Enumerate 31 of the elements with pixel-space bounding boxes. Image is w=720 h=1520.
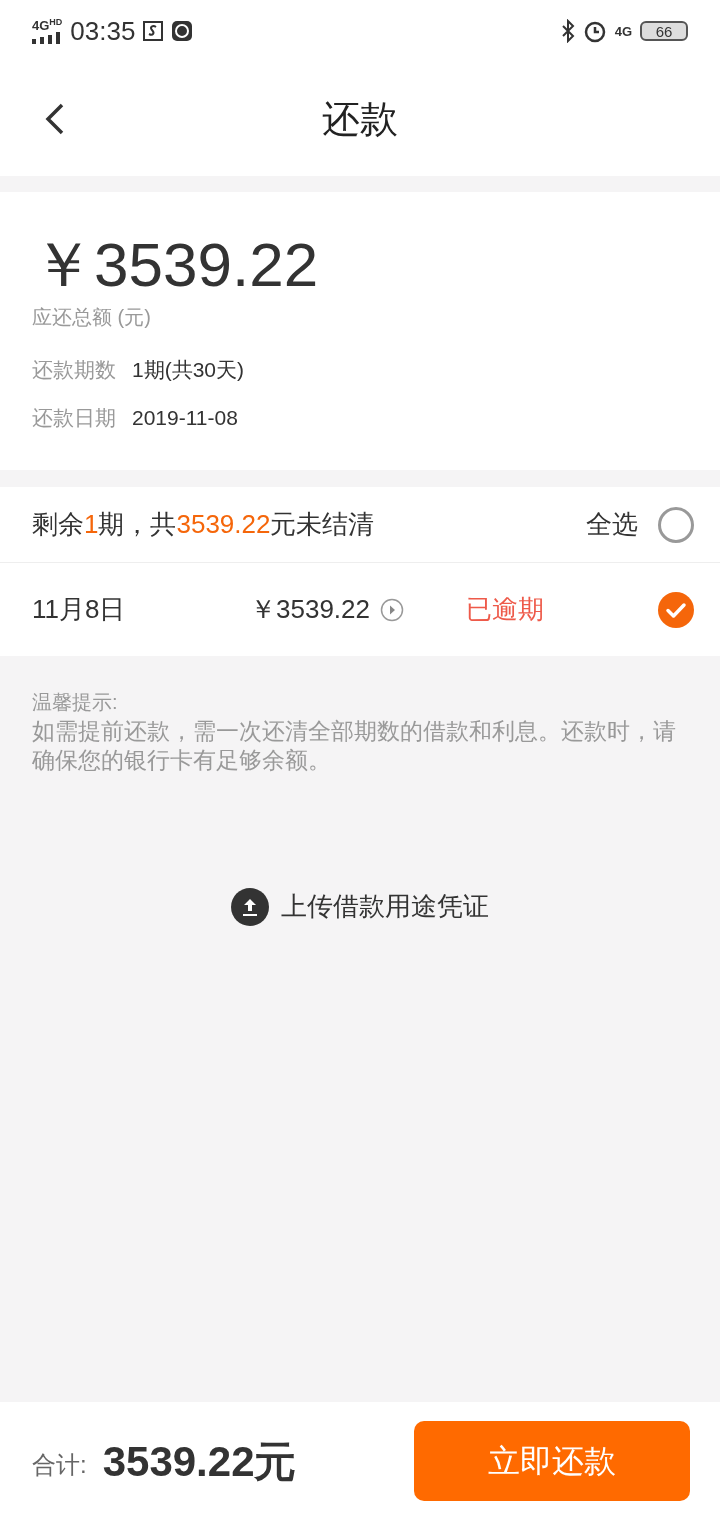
total-amount: ￥3539.22 <box>32 234 320 296</box>
network-label: 4G$^{HD}$ <box>32 18 63 32</box>
tips-title: 温馨提示: <box>32 690 119 715</box>
bluetooth-icon <box>560 19 575 43</box>
clock-time: 03:35 <box>70 14 136 48</box>
upload-icon[interactable] <box>231 887 269 926</box>
back-icon[interactable] <box>44 102 66 136</box>
page-title: 还款 <box>322 96 398 142</box>
play-icon[interactable] <box>380 597 404 622</box>
app-icon <box>171 20 194 42</box>
installment-amount: ￥3539.22 <box>250 593 370 626</box>
detail-label: 还款期数 <box>32 357 116 383</box>
upload-link[interactable]: 上传借款用途凭证 <box>281 887 489 926</box>
detail-value: 2019-11-08 <box>132 404 238 431</box>
data-type-label: 4G <box>614 24 632 38</box>
tips-body: 如需提前还款，需一次还清全部期数的借款和利息。还款时，请确保您的银行卡有足够余额。 <box>32 717 677 775</box>
detail-value: 1期(共30天) <box>132 357 245 383</box>
select-all-checkbox[interactable] <box>658 506 694 543</box>
amount-label: 应还总额 (元) <box>32 305 152 330</box>
total-label: 合计: <box>32 1450 87 1480</box>
footer-total: 3539.22元 <box>102 1436 297 1487</box>
signal-icon <box>32 31 62 44</box>
screenshot-icon <box>143 21 164 41</box>
battery-indicator: 66 <box>640 21 688 41</box>
alarm-icon <box>582 19 607 43</box>
due-date: 11月8日 <box>32 593 127 626</box>
overdue-status: 已逾期 <box>466 593 544 626</box>
detail-label: 还款日期 <box>32 404 116 431</box>
select-all-label: 全选 <box>586 508 638 541</box>
installment-checkbox[interactable] <box>658 591 694 628</box>
remaining-summary: 剩余1期，共3539.22元未结清 <box>32 508 375 541</box>
